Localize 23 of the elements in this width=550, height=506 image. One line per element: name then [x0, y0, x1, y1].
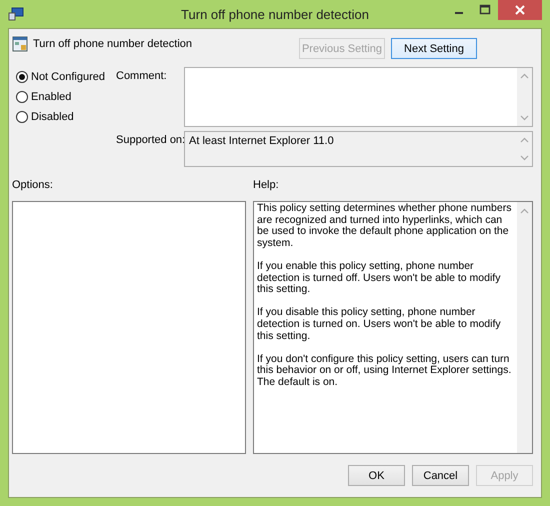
dialog-button[interactable]: OK — [348, 465, 405, 486]
supported-on-value: At least Internet Explorer 11.0 — [188, 134, 335, 149]
policy-name: Turn off phone number detection — [33, 38, 192, 50]
options-label: Options: — [12, 179, 54, 193]
radio-button[interactable] — [16, 111, 28, 123]
dialog-button[interactable]: Cancel — [412, 465, 469, 486]
nav-button[interactable]: Next Setting — [391, 38, 477, 59]
policy-icon — [12, 36, 28, 52]
radio-option[interactable]: Disabled — [16, 111, 116, 123]
comment-label: Comment: — [116, 69, 168, 84]
window-title: Turn off phone number detection — [181, 6, 369, 22]
help-text: If you enable this policy setting, phone number detection is turned off. Users won't be able to modify this setting. — [257, 260, 502, 296]
help-label: Help: — [253, 179, 279, 193]
help-text: If you disable this policy setting, phone number detection is turned on. Users won't be able to modify this setting. — [257, 307, 502, 342]
computer-icon — [8, 7, 24, 21]
radio-option[interactable]: Not Configured — [16, 71, 116, 83]
radio-option[interactable]: Enabled — [16, 91, 116, 103]
close-icon[interactable] — [498, 0, 542, 20]
help-text: This policy setting determines whether phone numbers are recognized and turned into hyperlinks, which can be used to invoke the default phone application on the system. — [257, 203, 512, 250]
supported-on-label: Supported on: — [116, 133, 184, 148]
help-text: If you don't configure this policy setting, users can turn this behavior on or off, using Internet Explorer settings. The default is on. — [257, 354, 512, 388]
radio-button[interactable] — [16, 91, 28, 103]
radio-button[interactable] — [16, 71, 28, 83]
